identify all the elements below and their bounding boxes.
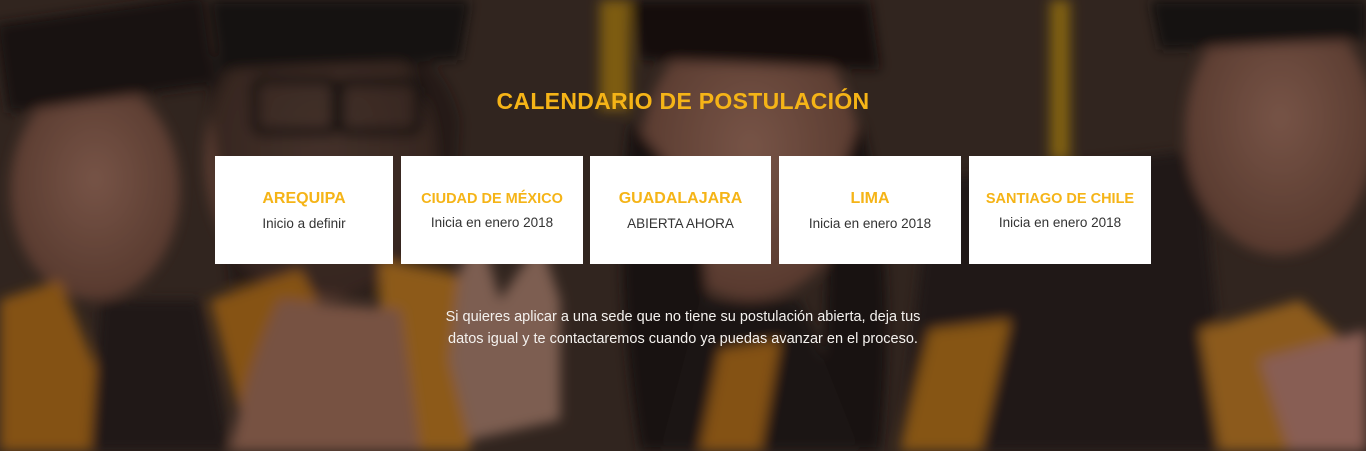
city-name: LIMA <box>850 189 890 207</box>
city-card-guadalajara[interactable]: GUADALAJARA ABIERTA AHORA <box>590 156 771 264</box>
city-card-arequipa[interactable]: AREQUIPA Inicio a definir <box>215 156 393 264</box>
section-title: CALENDARIO DE POSTULACIÓN <box>496 88 870 114</box>
info-note-line-2: datos igual y te contactaremos cuando ya… <box>448 331 918 347</box>
hero-section: CALENDARIO DE POSTULACIÓN AREQUIPA Inici… <box>0 0 1366 451</box>
city-name: SANTIAGO DE CHILE <box>985 190 1135 207</box>
city-card-lima[interactable]: LIMA Inicia en enero 2018 <box>779 156 961 264</box>
city-card-santiago-de-chile[interactable]: SANTIAGO DE CHILE Inicia en enero 2018 <box>969 156 1151 264</box>
city-status: Inicia en enero 2018 <box>998 214 1122 230</box>
city-status: Inicia en enero 2018 <box>430 214 554 230</box>
city-status: Inicio a definir <box>262 215 346 231</box>
city-name: AREQUIPA <box>262 189 346 207</box>
info-note-line-1: Si quieres aplicar a una sede que no tie… <box>445 309 921 325</box>
city-card-ciudad-de-mexico[interactable]: CIUDAD DE MÉXICO Inicia en enero 2018 <box>401 156 583 264</box>
city-status: ABIERTA AHORA <box>627 215 734 231</box>
info-note: Si quieres aplicar a una sede que no tie… <box>383 306 983 350</box>
city-name: CIUDAD DE MÉXICO <box>421 190 563 207</box>
city-status: Inicia en enero 2018 <box>808 215 932 231</box>
city-name: GUADALAJARA <box>618 189 743 207</box>
